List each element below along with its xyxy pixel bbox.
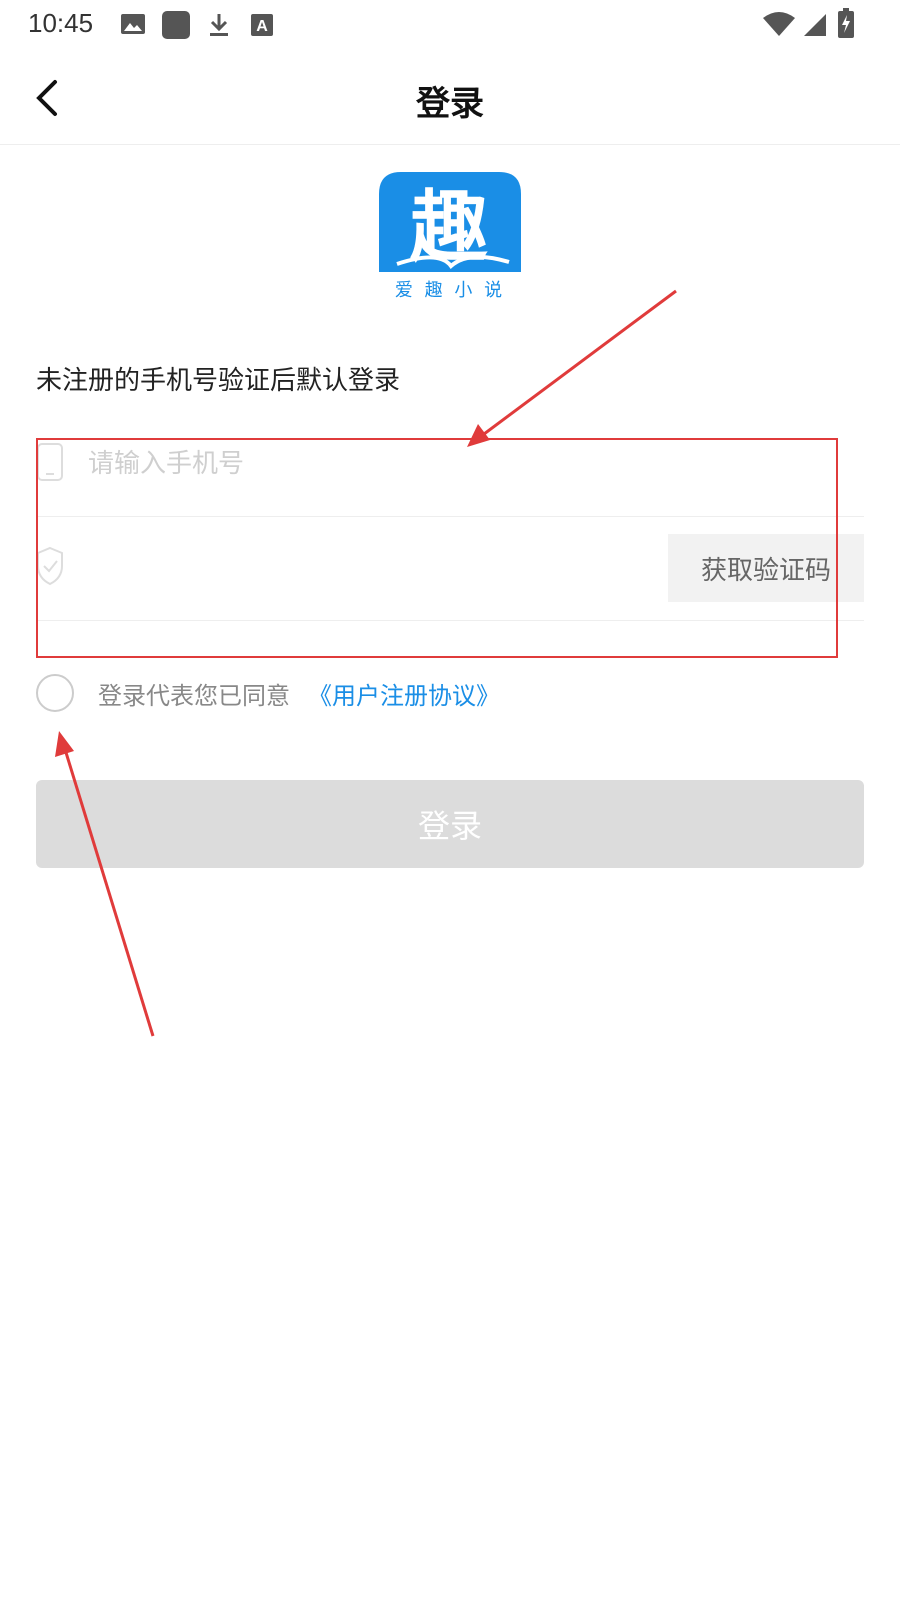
code-input[interactable] xyxy=(88,546,628,590)
signal-icon xyxy=(804,14,826,36)
shield-check-icon xyxy=(37,546,63,586)
user-agreement-link[interactable]: 《用户注册协议》 xyxy=(308,676,500,711)
register-hint: 未注册的手机号验证后默认登录 xyxy=(36,366,401,396)
logo-caption: 爱 趣 小 说 xyxy=(395,280,505,301)
download-icon xyxy=(210,14,228,36)
wifi-icon xyxy=(763,12,795,36)
page-title: 登录 xyxy=(416,84,484,124)
annotation-arrow-to-checkbox xyxy=(55,731,155,1037)
phone-field-row xyxy=(36,412,864,517)
get-code-button[interactable]: 获取验证码 xyxy=(668,534,864,602)
app-square-icon xyxy=(162,11,190,39)
status-bar: 10:45 A xyxy=(0,0,900,52)
svg-text:A: A xyxy=(256,18,268,35)
app-logo: 趣 爱 趣 小 说 xyxy=(379,172,521,301)
agreement-text: 登录代表您已同意 xyxy=(98,682,290,710)
battery-charging-icon xyxy=(838,8,854,38)
text-a-icon: A xyxy=(251,14,273,36)
agreement-checkbox[interactable] xyxy=(36,674,74,712)
status-time: 10:45 xyxy=(28,8,94,38)
nav-bar: 登录 xyxy=(0,52,900,145)
phone-input[interactable] xyxy=(88,442,648,486)
phone-icon xyxy=(37,443,63,481)
image-icon xyxy=(121,14,145,34)
login-button[interactable]: 登录 xyxy=(36,780,864,868)
code-field-row: 获取验证码 xyxy=(36,516,864,621)
